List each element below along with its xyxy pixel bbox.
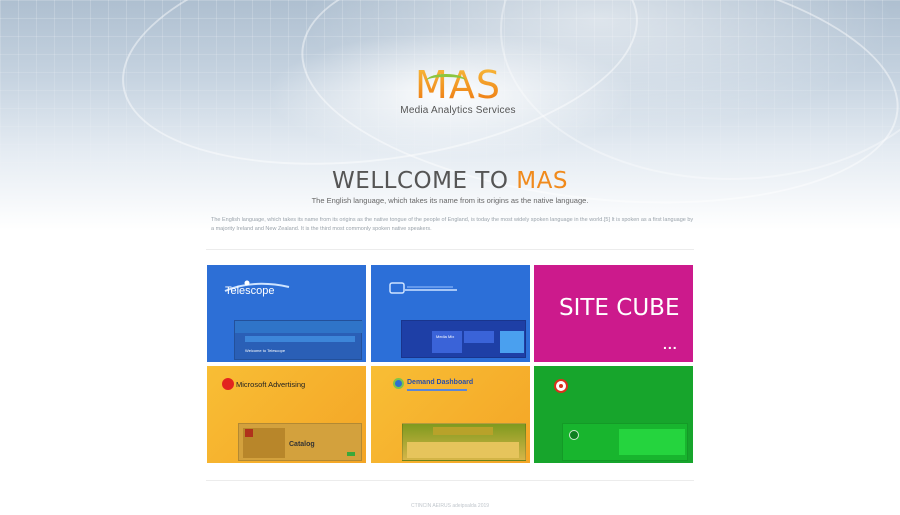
tile-microsoft-advertising[interactable]: Microsoft Advertising Catalog <box>207 366 366 463</box>
screenshot-panel <box>500 331 524 353</box>
footer-copyright: CTINCIN AEIRUS adeipsalda 2019 <box>410 503 490 509</box>
screenshot-green-panel <box>619 429 685 455</box>
screenshot-icon <box>569 430 579 440</box>
demand-dashboard-screenshot <box>402 423 526 461</box>
top-divider <box>206 249 694 250</box>
screenshot-nav <box>245 336 355 342</box>
dashboard-logo-icon <box>393 378 404 389</box>
tile-monitoring[interactable]: Media Mix <box>371 265 530 362</box>
site-cube-more-button[interactable]: ... <box>663 336 678 352</box>
telescope-screenshot: Welcome to Telescope <box>234 320 363 360</box>
dashboard-subline <box>407 389 467 391</box>
logo-subtitle: Media Analytics Services <box>400 105 516 116</box>
microsoft-advertising-logo-icon <box>222 378 234 390</box>
screenshot-title-bar <box>433 427 493 435</box>
site-logo[interactable]: MAS Media Analytics Services <box>398 66 518 116</box>
microsoft-advertising-label: Microsoft Advertising <box>236 380 306 389</box>
monitor-logo-icon <box>389 280 459 301</box>
bottom-divider <box>206 480 694 481</box>
tile-site-cube[interactable]: SITE CUBE ... <box>534 265 693 362</box>
tile-green-app[interactable] <box>534 366 693 463</box>
screenshot-red-icon <box>245 429 253 437</box>
page-tagline: The English language, which takes its na… <box>311 196 589 205</box>
green-app-screenshot <box>562 423 688 461</box>
tile-demand-dashboard[interactable]: Demand Dashboard <box>371 366 530 463</box>
screenshot-panel: Media Mix <box>432 331 462 353</box>
monitoring-screenshot: Media Mix <box>401 320 526 358</box>
page-title: WELLCOME TO MAS <box>0 168 900 194</box>
telescope-caption: Welcome to Telescope <box>245 348 286 353</box>
screenshot-table <box>407 442 519 458</box>
catalog-caption: Catalog <box>289 441 315 448</box>
intro-paragraph: The English language, which takes its na… <box>211 217 694 232</box>
screenshot-panel <box>464 331 494 343</box>
site-cube-label: SITE CUBE <box>559 295 680 321</box>
screenshot-header <box>235 321 363 333</box>
circle-logo-icon <box>554 379 568 393</box>
screenshot-panel-label: Media Mix <box>436 334 455 339</box>
tile-telescope[interactable]: Telescope Welcome to Telescope <box>207 265 366 362</box>
microsoft-advertising-screenshot: Catalog <box>238 423 362 461</box>
circle-logo-center <box>559 384 563 388</box>
page-title-prefix: WELLCOME TO <box>332 168 517 194</box>
page-title-accent: MAS <box>516 168 568 194</box>
demand-dashboard-label: Demand Dashboard <box>407 379 474 386</box>
logo-swoosh-icon <box>426 74 466 88</box>
tile-telescope-label: Telescope <box>225 285 275 297</box>
screenshot-green-badge <box>347 452 355 456</box>
